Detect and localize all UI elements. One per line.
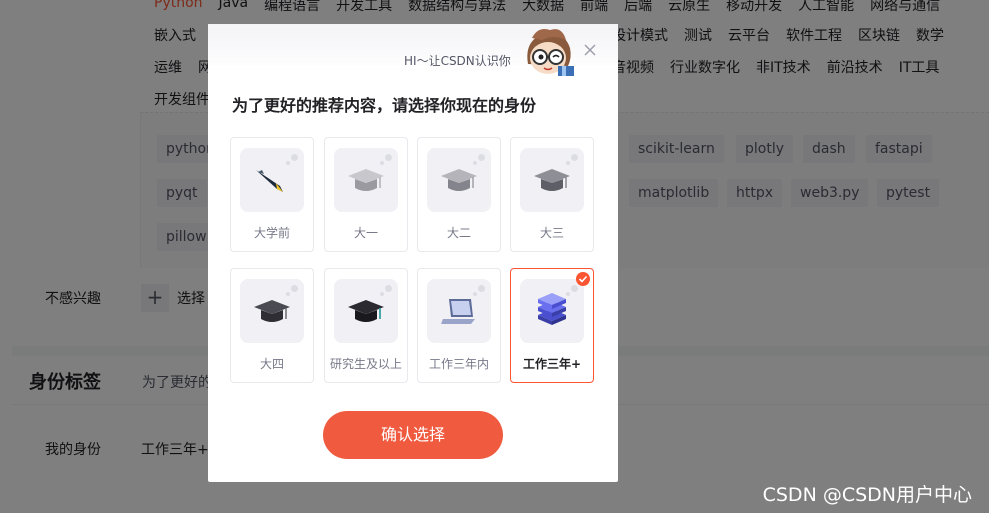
identity-option-junior[interactable]: 大三 bbox=[510, 137, 594, 252]
option-icon-box bbox=[240, 279, 304, 343]
option-label: 大一 bbox=[353, 226, 378, 240]
modal-title: 为了更好的推荐内容，请选择你现在的身份 bbox=[232, 96, 537, 115]
option-icon-box bbox=[334, 148, 398, 212]
pen-icon bbox=[256, 170, 283, 192]
identity-option-work-under-3-years[interactable]: 工作三年内 bbox=[417, 268, 501, 383]
option-label: 大三 bbox=[539, 226, 564, 240]
option-icon-box bbox=[240, 148, 304, 212]
identity-option-graduate[interactable]: 研究生及以上 bbox=[324, 268, 408, 383]
option-icon-box bbox=[520, 279, 584, 343]
option-label: 大学前 bbox=[253, 226, 290, 240]
option-label: 大二 bbox=[446, 226, 471, 240]
graduation-cap-icon bbox=[441, 169, 477, 191]
option-icon-box bbox=[427, 148, 491, 212]
option-icon-box bbox=[520, 148, 584, 212]
option-icon-box bbox=[427, 279, 491, 343]
confirm-button[interactable]: 确认选择 bbox=[323, 411, 503, 459]
identity-option-senior[interactable]: 大四 bbox=[230, 268, 314, 383]
graduation-cap-icon bbox=[254, 300, 290, 322]
option-label: 工作三年+ bbox=[522, 357, 582, 371]
selected-check-icon bbox=[576, 272, 590, 286]
identity-modal: HI～让CSDN认识你 为了更好的推荐内容，请选择你现在的身份 大学前 大一 大… bbox=[208, 24, 618, 482]
graduation-cap-icon bbox=[348, 169, 384, 191]
option-label: 研究生及以上 bbox=[329, 357, 402, 371]
stack-layers-icon bbox=[538, 293, 566, 325]
option-label: 大四 bbox=[259, 357, 284, 371]
graduation-cap-icon bbox=[534, 169, 570, 191]
laptop-icon bbox=[441, 299, 475, 324]
identity-option-freshman[interactable]: 大一 bbox=[324, 137, 408, 252]
option-icon-box bbox=[334, 279, 398, 343]
mascot-icon bbox=[527, 29, 574, 76]
identity-option-pre-college[interactable]: 大学前 bbox=[230, 137, 314, 252]
greeting-text: HI～让CSDN认识你 bbox=[404, 54, 511, 68]
watermark: CSDN @CSDN用户中心 bbox=[762, 484, 972, 506]
option-label: 工作三年内 bbox=[428, 357, 489, 371]
close-icon[interactable] bbox=[582, 42, 598, 58]
graduation-cap-icon bbox=[348, 300, 384, 322]
identity-option-work-over-3-years[interactable]: 工作三年+ bbox=[510, 268, 594, 383]
identity-option-sophomore[interactable]: 大二 bbox=[417, 137, 501, 252]
